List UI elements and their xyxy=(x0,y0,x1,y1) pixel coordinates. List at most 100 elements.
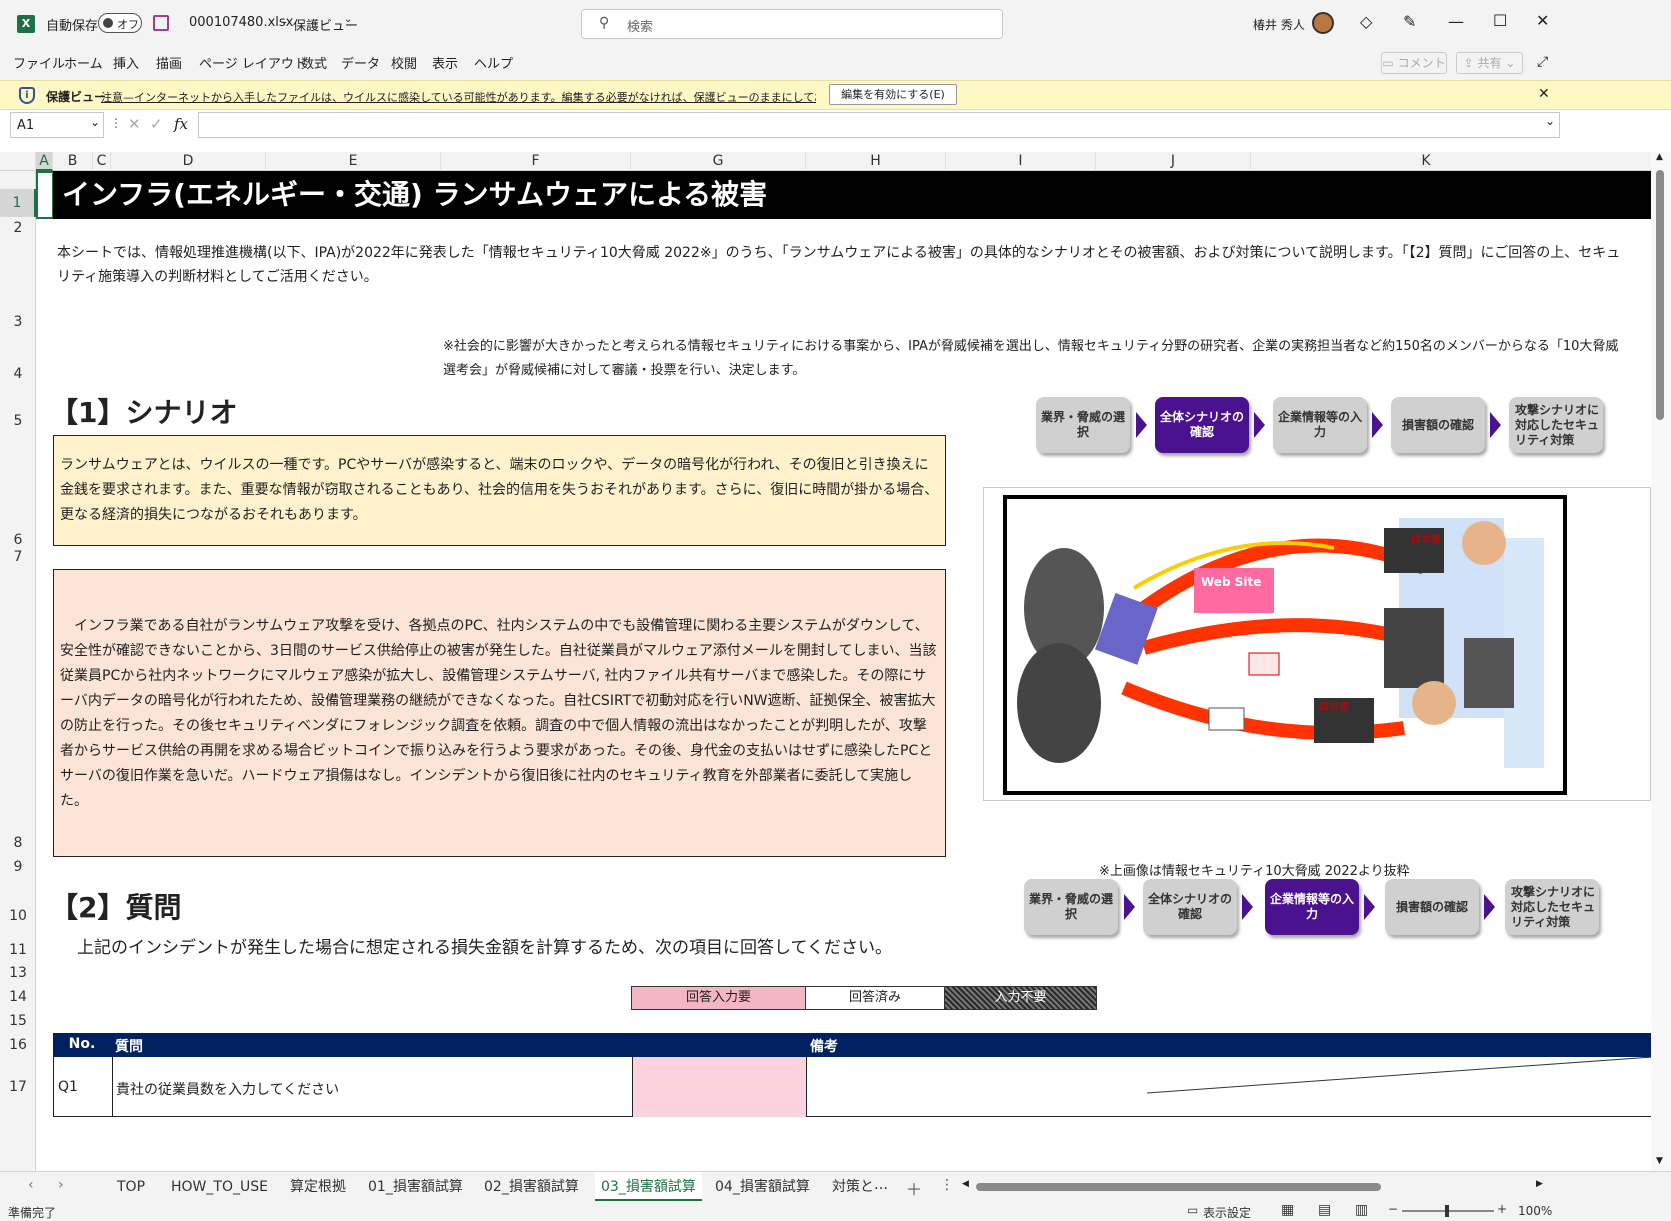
column-header-b[interactable]: B xyxy=(53,152,93,171)
row-header[interactable]: 1 xyxy=(0,189,36,217)
cancel-icon[interactable]: ✕ xyxy=(128,115,141,133)
row-header[interactable]: 13 xyxy=(0,965,36,981)
ribbon-tab-file[interactable]: ファイル xyxy=(13,50,65,80)
zoom-slider-thumb[interactable] xyxy=(1445,1205,1449,1217)
step-scenario-check[interactable]: 全体シナリオの確認 xyxy=(1143,879,1237,935)
column-header-k[interactable]: K xyxy=(1251,152,1601,171)
ribbon-tab-formulas[interactable]: 数式 xyxy=(301,50,327,80)
add-sheet-icon[interactable]: ＋ xyxy=(906,1176,922,1200)
step-company-input[interactable]: 企業情報等の入力 xyxy=(1265,879,1359,935)
row-header[interactable]: 2 xyxy=(0,220,36,236)
ribbon-tab-help[interactable]: ヘルプ xyxy=(474,50,513,80)
column-header-e[interactable]: E xyxy=(266,152,441,171)
step-industry-select[interactable]: 業界・脅威の選択 xyxy=(1036,397,1130,453)
expand-formula-icon[interactable]: ⌄ xyxy=(1545,114,1555,128)
column-header-i[interactable]: I xyxy=(946,152,1096,171)
ribbon-tab-review[interactable]: 校閲 xyxy=(391,50,417,80)
search-box[interactable]: ⚲ 検索 xyxy=(581,9,1003,39)
horizontal-scrollbar[interactable]: ◀ ▶ xyxy=(962,1179,1548,1194)
zoom-level[interactable]: 100% xyxy=(1518,1204,1552,1218)
scroll-thumb[interactable] xyxy=(1656,170,1664,420)
display-settings-icon[interactable]: ▭ xyxy=(1187,1203,1198,1217)
zoom-in-icon[interactable]: + xyxy=(1497,1202,1507,1216)
formula-input[interactable] xyxy=(198,112,1560,138)
horizontal-scroll-thumb[interactable] xyxy=(976,1183,1381,1191)
step-damage-check[interactable]: 損害額の確認 xyxy=(1385,879,1479,935)
sheet-tab-04[interactable]: 04_損害額試算 xyxy=(715,1172,810,1202)
user-name[interactable]: 椿井 秀人 xyxy=(1253,16,1305,33)
row-header[interactable]: 9 xyxy=(0,859,36,875)
ribbon-tab-home[interactable]: ホーム xyxy=(64,50,103,80)
tab-prev-icon[interactable]: ‹ xyxy=(28,1177,34,1193)
column-header-h[interactable]: H xyxy=(806,152,946,171)
fx-label[interactable]: fx xyxy=(174,115,188,133)
autosave-toggle[interactable]: オフ xyxy=(98,13,142,33)
close-bar-icon[interactable]: ✕ xyxy=(1538,86,1550,102)
column-header-f[interactable]: F xyxy=(441,152,631,171)
row-header[interactable]: 15 xyxy=(0,1013,36,1029)
vertical-scrollbar[interactable]: ▲ ▼ xyxy=(1651,152,1671,1171)
answer-input-cell[interactable] xyxy=(632,1057,807,1117)
sheet-tab-countermeasures[interactable]: 対策と xyxy=(832,1172,874,1202)
row-header[interactable]: 17 xyxy=(0,1079,36,1095)
column-header-g[interactable]: G xyxy=(631,152,806,171)
minimize-icon[interactable]: — xyxy=(1448,12,1464,31)
step-scenario-check[interactable]: 全体シナリオの確認 xyxy=(1155,397,1249,453)
page-layout-icon[interactable]: ▤ xyxy=(1318,1202,1331,1218)
close-icon[interactable]: ✕ xyxy=(1536,11,1549,30)
worksheet-grid[interactable]: インフラ(エネルギー・交通) ランサムウェアによる被害 本シートでは、情報処理推… xyxy=(36,171,1651,1171)
row-header[interactable]: 11 xyxy=(0,942,36,958)
tab-options-icon[interactable]: ⋮ xyxy=(940,1177,954,1193)
step-damage-check[interactable]: 損害額の確認 xyxy=(1391,397,1485,453)
sheet-tab-how-to-use[interactable]: HOW_TO_USE xyxy=(171,1172,268,1202)
row-header[interactable]: 5 xyxy=(0,413,36,429)
scroll-up-icon[interactable]: ▲ xyxy=(1656,152,1663,162)
sheet-tab-top[interactable]: TOP xyxy=(117,1172,145,1202)
tab-next-icon[interactable]: › xyxy=(58,1177,64,1193)
selected-cell-a1[interactable] xyxy=(36,171,54,219)
row-header[interactable]: 4 xyxy=(0,366,36,382)
sheet-tab-02[interactable]: 02_損害額試算 xyxy=(484,1172,579,1202)
pen-icon[interactable]: ✎ xyxy=(1403,12,1416,31)
step-industry-select[interactable]: 業界・脅威の選択 xyxy=(1024,879,1118,935)
step-countermeasure[interactable]: 攻撃シナリオに対応したセキュリティ対策 xyxy=(1505,879,1599,935)
ribbon-expand-icon[interactable]: ⤢ xyxy=(1537,54,1548,70)
more-sheets-icon[interactable]: … xyxy=(874,1177,888,1193)
scroll-down-icon[interactable]: ▼ xyxy=(1656,1156,1663,1166)
enable-editing-button[interactable]: 編集を有効にする(E) xyxy=(829,84,957,105)
row-header[interactable]: 8 xyxy=(0,835,36,851)
protected-view-message[interactable]: 注意—インターネットから入手したファイルは、ウイルスに感染している可能性がありま… xyxy=(101,89,816,105)
zoom-slider[interactable] xyxy=(1402,1205,1494,1217)
column-header-j[interactable]: J xyxy=(1096,152,1251,171)
zoom-out-icon[interactable]: − xyxy=(1388,1202,1398,1216)
ribbon-tab-data[interactable]: データ xyxy=(341,50,380,80)
row-header[interactable]: 7 xyxy=(0,549,36,565)
row-header[interactable]: 16 xyxy=(0,1037,36,1053)
row-header[interactable]: 14 xyxy=(0,989,36,1005)
page-break-icon[interactable]: ▥ xyxy=(1355,1202,1368,1218)
chevron-down-icon[interactable]: ⌄ xyxy=(344,14,352,25)
normal-view-icon[interactable]: ▦ xyxy=(1281,1202,1294,1218)
ribbon-tab-draw[interactable]: 描画 xyxy=(156,50,182,80)
share-button[interactable]: ⇪ 共有 ⌄ xyxy=(1456,52,1523,74)
scroll-left-icon[interactable]: ◀ xyxy=(962,1179,969,1189)
column-header-c[interactable]: C xyxy=(93,152,111,171)
step-countermeasure[interactable]: 攻撃シナリオに対応したセキュリティ対策 xyxy=(1509,397,1603,453)
maximize-icon[interactable]: ☐ xyxy=(1493,11,1507,30)
row-header[interactable]: 3 xyxy=(0,314,36,330)
ribbon-tab-view[interactable]: 表示 xyxy=(432,50,458,80)
ribbon-tab-insert[interactable]: 挿入 xyxy=(113,50,139,80)
name-box[interactable]: A1 ⌄ xyxy=(10,112,104,138)
sheet-tab-basis[interactable]: 算定根拠 xyxy=(290,1172,346,1202)
sheet-tab-03[interactable]: 03_損害額試算 xyxy=(595,1172,702,1202)
column-header-corner[interactable] xyxy=(0,152,36,171)
row-header[interactable]: 6 xyxy=(0,532,36,548)
scroll-right-icon[interactable]: ▶ xyxy=(1536,1179,1543,1189)
diamond-icon[interactable]: ◇ xyxy=(1360,12,1372,31)
column-header-a[interactable]: A xyxy=(36,152,53,171)
display-settings[interactable]: 表示設定 xyxy=(1203,1204,1251,1221)
row-header[interactable]: 10 xyxy=(0,908,36,924)
more-icon[interactable]: ⋮ xyxy=(110,116,122,130)
enter-icon[interactable]: ✓ xyxy=(150,115,163,133)
step-company-input[interactable]: 企業情報等の入力 xyxy=(1273,397,1367,453)
